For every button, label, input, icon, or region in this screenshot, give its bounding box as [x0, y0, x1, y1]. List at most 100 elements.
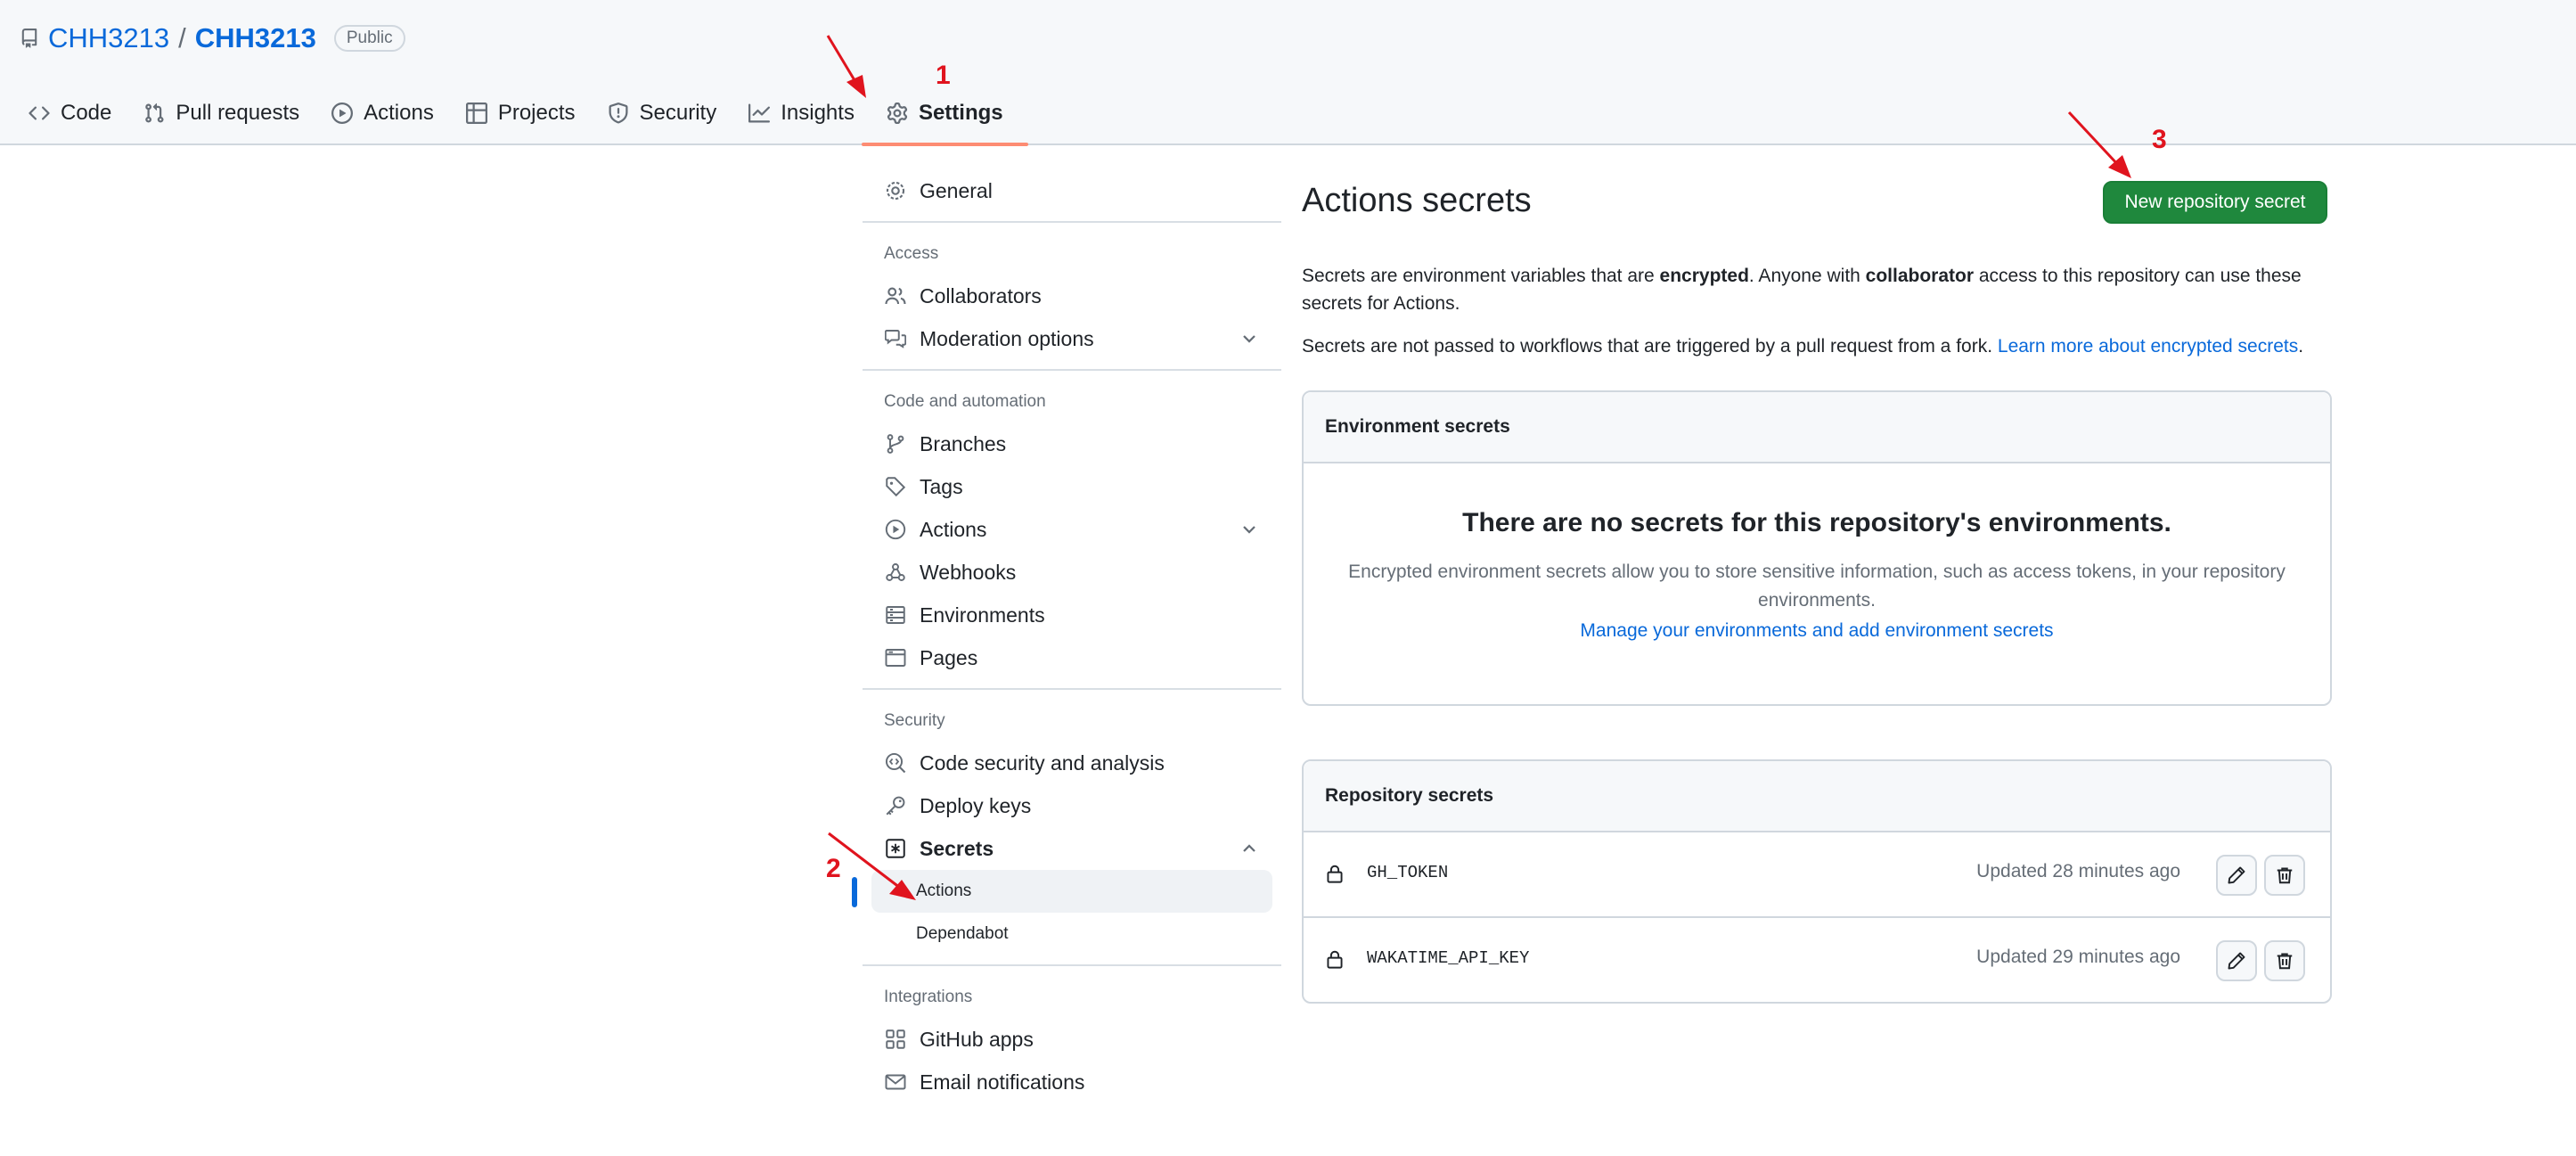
secrets-description: Secrets are environment variables that a… — [1302, 262, 2330, 317]
sidebar-item-label: Deploy keys — [920, 793, 1032, 817]
sidebar-item-deploy-keys[interactable]: Deploy keys — [863, 784, 1281, 827]
new-repository-secret-button[interactable]: New repository secret — [2103, 181, 2327, 224]
tab-actions[interactable]: Actions — [319, 92, 446, 135]
sidebar-item-actions[interactable]: Actions — [863, 508, 1281, 551]
desc-text: Secrets are environment variables that a… — [1302, 266, 1660, 286]
sidebar-item-label: Code security and analysis — [920, 750, 1165, 775]
delete-secret-button[interactable] — [2264, 855, 2305, 896]
tab-insights[interactable]: Insights — [736, 92, 867, 135]
tab-label: Code — [61, 101, 112, 125]
tab-projects[interactable]: Projects — [454, 92, 588, 135]
sidebar-item-label: Actions — [920, 517, 987, 541]
sidebar-item-moderation-options[interactable]: Moderation options — [863, 317, 1281, 360]
codescan-icon — [884, 751, 907, 775]
tab-pull-requests[interactable]: Pull requests — [131, 92, 312, 135]
edit-secret-button[interactable] — [2216, 855, 2257, 896]
sidebar-item-email-notifications[interactable]: Email notifications — [863, 1061, 1281, 1103]
learn-more-link[interactable]: Learn more about encrypted secrets — [1998, 336, 2298, 357]
secret-updated: Updated 29 minutes ago — [1976, 947, 2180, 967]
play-icon — [884, 518, 907, 541]
repository-secrets-header: Repository secrets — [1304, 761, 2330, 832]
tab-label: Security — [639, 101, 717, 125]
graph-icon — [748, 102, 771, 124]
tab-label: Projects — [497, 101, 576, 125]
lock-icon — [1325, 948, 1345, 970]
sidebar-subitem-dependabot[interactable]: Dependabot — [863, 913, 1281, 955]
environment-secrets-box: Environment secrets There are no secrets… — [1302, 390, 2332, 706]
pencil-icon — [2227, 951, 2246, 971]
chevron-down-icon — [1239, 328, 1260, 349]
secret-row: GH_TOKEN Updated 28 minutes ago — [1304, 832, 2330, 918]
sidebar-item-label: Moderation options — [920, 326, 1094, 350]
webhook-icon — [884, 561, 907, 584]
chevron-down-icon — [1239, 519, 1260, 540]
server-icon — [884, 603, 907, 627]
key-icon — [884, 794, 907, 817]
divider — [863, 964, 1281, 966]
tab-settings[interactable]: Settings — [861, 92, 1028, 146]
group-integrations-heading: Integrations — [884, 988, 973, 1006]
repository-secrets-box: Repository secrets GH_TOKEN Updated 28 m… — [1302, 759, 2332, 1004]
repo-owner-link[interactable]: CHH3213 — [48, 22, 169, 54]
desc-bold: encrypted — [1659, 266, 1749, 286]
tab-label: Settings — [918, 101, 1003, 125]
group-security-heading: Security — [884, 711, 945, 730]
sidebar-item-label: Tags — [920, 474, 963, 498]
annotation-number-1: 1 — [936, 61, 951, 90]
desc-bold: collaborator — [1865, 266, 1975, 286]
repo-tabs: Code Pull requests Actions Projects Secu… — [16, 92, 1028, 146]
divider — [863, 369, 1281, 371]
browser-icon — [884, 646, 907, 669]
play-icon — [331, 102, 354, 124]
sidebar-subitem-actions[interactable]: Actions — [852, 870, 1272, 913]
sidebar-item-label: Branches — [920, 431, 1007, 455]
people-icon — [884, 284, 907, 307]
sidebar-item-pages[interactable]: Pages — [863, 636, 1281, 679]
divider — [863, 221, 1281, 223]
sidebar-item-branches[interactable]: Branches — [863, 422, 1281, 465]
tab-code[interactable]: Code — [16, 92, 124, 135]
fork-note: Secrets are not passed to workflows that… — [1302, 332, 2330, 360]
sidebar-item-general[interactable]: General — [863, 169, 1281, 212]
secret-name: WAKATIME_API_KEY — [1367, 948, 1530, 968]
group-code-automation-heading: Code and automation — [884, 392, 1046, 411]
sidebar-item-github-apps[interactable]: GitHub apps — [863, 1018, 1281, 1061]
manage-environments-link[interactable]: Manage your environments and add environ… — [1304, 620, 2330, 642]
table-icon — [465, 102, 487, 124]
repo-separator: / — [178, 22, 186, 53]
sidebar-item-environments[interactable]: Environments — [863, 594, 1281, 636]
lock-icon — [1325, 863, 1345, 884]
sidebar-item-secrets[interactable]: Secrets — [863, 827, 1281, 870]
sidebar-item-label: Pages — [920, 645, 978, 669]
annotation-number-3: 3 — [2152, 125, 2167, 154]
sidebar-item-label: Email notifications — [920, 1070, 1085, 1094]
tab-security[interactable]: Security — [595, 92, 730, 135]
key-asterisk-icon — [884, 837, 907, 860]
sidebar-item-code-security[interactable]: Code security and analysis — [863, 742, 1281, 784]
pencil-icon — [2227, 865, 2246, 885]
trash-icon — [2275, 865, 2294, 885]
desc-text: Secrets are not passed to workflows that… — [1302, 336, 1998, 357]
git-branch-icon — [884, 432, 907, 455]
tab-label: Insights — [781, 101, 855, 125]
visibility-badge: Public — [333, 25, 405, 52]
sidebar-item-tags[interactable]: Tags — [863, 465, 1281, 508]
secret-name: GH_TOKEN — [1367, 863, 1449, 882]
repo-icon — [20, 28, 39, 49]
divider — [863, 688, 1281, 690]
sidebar-item-webhooks[interactable]: Webhooks — [863, 551, 1281, 594]
repo-name-link[interactable]: CHH3213 — [195, 22, 316, 54]
secret-row: WAKATIME_API_KEY Updated 29 minutes ago — [1304, 918, 2330, 1002]
shield-icon — [608, 102, 629, 124]
edit-secret-button[interactable] — [2216, 940, 2257, 981]
sidebar-item-label: Secrets — [920, 836, 994, 860]
settings-sidebar: General Access Collaborators Moderation … — [852, 169, 1281, 1103]
tag-icon — [884, 475, 907, 498]
delete-secret-button[interactable] — [2264, 940, 2305, 981]
sidebar-item-collaborators[interactable]: Collaborators — [863, 275, 1281, 317]
code-icon — [29, 102, 50, 124]
gear-icon — [887, 102, 908, 124]
trash-icon — [2275, 951, 2294, 971]
sidebar-item-label: General — [920, 178, 993, 202]
git-pull-request-icon — [143, 102, 165, 124]
